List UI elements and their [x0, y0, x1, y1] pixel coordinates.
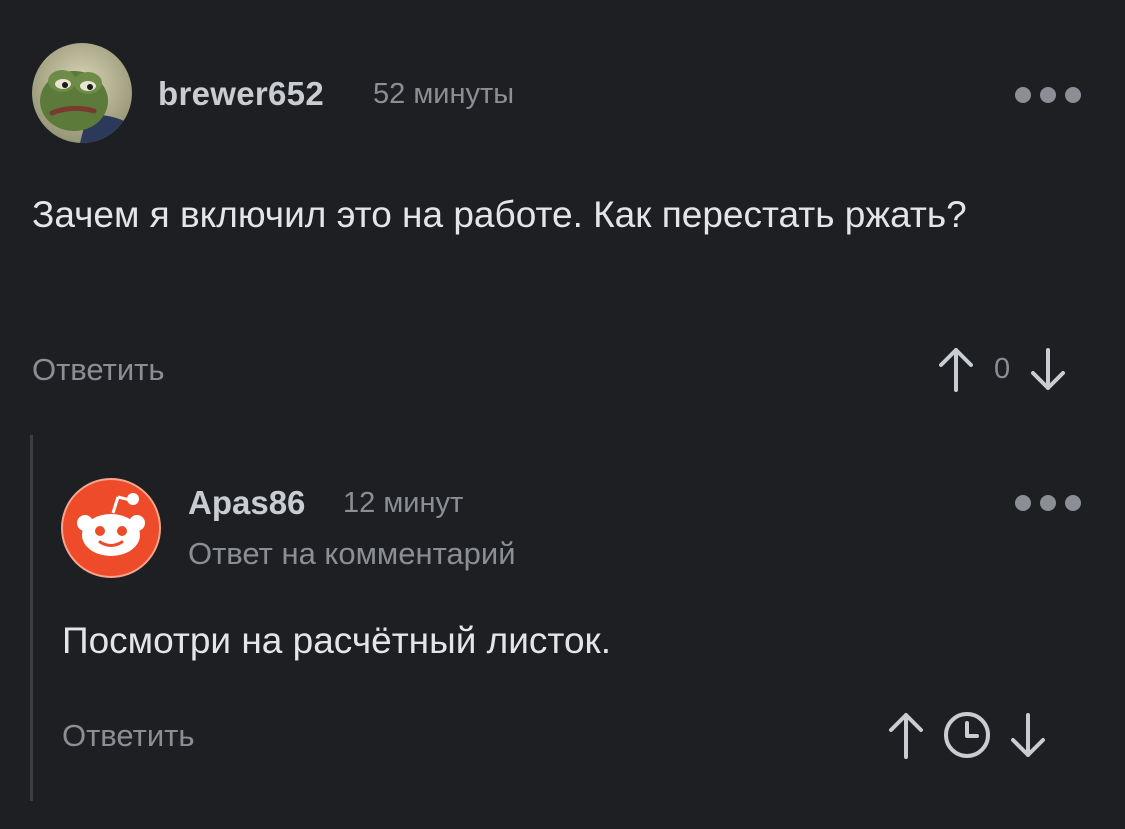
frog-avatar-icon	[32, 43, 132, 143]
reply-author[interactable]: Apas86	[188, 484, 305, 522]
comment-author[interactable]: brewer652	[158, 75, 324, 113]
vote-controls: 0	[936, 344, 1068, 394]
upvote-button[interactable]	[884, 709, 928, 761]
comment-text: Зачем я включил это на работе. Как перес…	[32, 194, 967, 235]
dot-icon	[1065, 87, 1081, 103]
upvote-button[interactable]	[936, 344, 976, 394]
more-options-button[interactable]	[1015, 494, 1081, 512]
reply-text: Посмотри на расчётный листок.	[62, 620, 611, 661]
more-options-button[interactable]	[1015, 86, 1081, 104]
downvote-button[interactable]	[1006, 709, 1050, 761]
comment-timestamp: 52 минуты	[373, 78, 515, 110]
vote-controls	[884, 709, 1050, 761]
reddit-logo-icon	[61, 478, 161, 578]
downvote-button[interactable]	[1028, 344, 1068, 394]
dot-icon	[1040, 87, 1056, 103]
dot-icon	[1015, 87, 1031, 103]
score: 0	[994, 352, 1011, 385]
avatar[interactable]	[32, 43, 132, 143]
clock-icon	[944, 712, 990, 758]
reply-button[interactable]: Ответить	[62, 718, 195, 754]
score-pending	[942, 709, 992, 761]
arrow-down-icon	[1031, 348, 1066, 390]
reply-context-link[interactable]: Ответ на комментарий	[188, 536, 516, 572]
dot-icon	[1040, 495, 1056, 511]
thread-line[interactable]	[30, 435, 33, 801]
reply-button[interactable]: Ответить	[32, 352, 165, 388]
reply-timestamp: 12 минут	[343, 487, 464, 519]
dot-icon	[1015, 495, 1031, 511]
arrow-up-icon	[939, 348, 973, 392]
avatar[interactable]	[60, 477, 162, 579]
arrow-up-icon	[889, 713, 923, 759]
dot-icon	[1065, 495, 1081, 511]
arrow-down-icon	[1011, 713, 1045, 757]
